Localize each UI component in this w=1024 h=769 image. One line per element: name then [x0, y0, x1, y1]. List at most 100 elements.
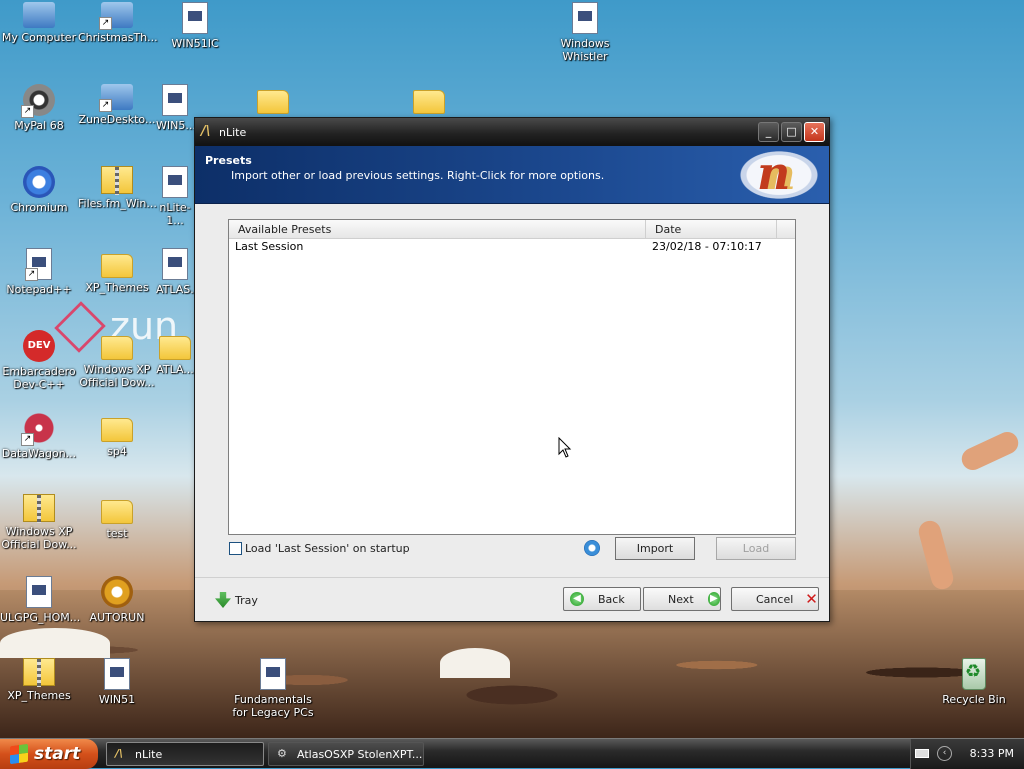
next-button[interactable]: Next ▶ [643, 587, 721, 611]
wizard-footer: Tray ◀ Back Next ▶ Cancel ✕ [195, 577, 829, 621]
desktop-icon-atlas[interactable]: ATLAS... [156, 248, 194, 296]
next-label: Next [668, 592, 694, 606]
clock[interactable]: 8:33 PM [970, 747, 1014, 760]
load-button[interactable]: Load [716, 537, 796, 560]
back-button[interactable]: ◀ Back [563, 587, 641, 611]
desktop-icon-my-computer[interactable]: My Computer [0, 2, 78, 44]
presets-content: Available Presets Date Last Session 23/0… [195, 205, 829, 577]
dev-cpp-icon: DEV [23, 330, 55, 362]
window-titlebar[interactable]: /\ nLite _ □ ✕ [195, 118, 829, 146]
window-title: nLite [219, 125, 247, 139]
show-hidden-icons-chevron-icon[interactable]: ‹ [937, 746, 952, 761]
nlite-logo-icon: nn [735, 146, 823, 202]
desktop-icon-win51[interactable]: WIN51 [78, 658, 156, 706]
desktop-icon-windows-whistler[interactable]: Windows Whistler [546, 2, 624, 63]
folder-icon [159, 336, 191, 360]
desktop-icon-atla[interactable]: ATLA... [156, 330, 194, 376]
list-item[interactable]: Last Session 23/02/18 - 07:10:17 [229, 239, 795, 254]
page-header: Presets Import other or load previous se… [195, 146, 829, 204]
desktop-icon-ulgpg[interactable]: ULGPG_HOM... [0, 576, 80, 624]
cancel-x-icon: ✕ [805, 590, 818, 608]
maximize-button[interactable]: □ [781, 122, 802, 142]
autorun-icon [101, 576, 133, 608]
refresh-icon[interactable] [584, 540, 600, 556]
desktop-icon-folder[interactable] [390, 84, 468, 117]
recycle-bin-icon [962, 658, 986, 690]
nlite-task-icon: /\ [115, 747, 124, 760]
desktop-icon-xp-themes[interactable]: XP_Themes [78, 248, 156, 294]
start-button[interactable]: start [0, 739, 98, 769]
taskbar: start /\ nLite ⚙ AtlasOSXP StolenXPT... … [0, 738, 1024, 769]
zip-folder-icon [23, 494, 55, 523]
file-icon [26, 576, 52, 608]
folder-icon [257, 90, 289, 114]
wallpaper-tent [0, 628, 110, 658]
minimize-button[interactable]: _ [758, 122, 779, 142]
folder-icon [101, 418, 133, 442]
folder-icon [413, 90, 445, 114]
nlite-window: /\ nLite _ □ ✕ Presets Import other or l… [194, 117, 830, 622]
desktop-icon-datawagon[interactable]: DataWagon... [0, 412, 78, 460]
cancel-label: Cancel [756, 592, 794, 606]
cancel-button[interactable]: Cancel ✕ [731, 587, 819, 611]
taskbar-item-nlite[interactable]: /\ nLite [106, 742, 264, 766]
folder-icon [101, 336, 133, 360]
desktop-icon-filesfm[interactable]: Files.fm_Win... [78, 166, 157, 210]
presets-listview[interactable]: Available Presets Date Last Session 23/0… [228, 219, 796, 535]
desktop-icon-notepadpp[interactable]: Notepad++ [0, 248, 78, 296]
desktop-icon-chromium[interactable]: Chromium [0, 166, 78, 214]
desktop-icon-xp-themes-zip[interactable]: XP_Themes [0, 658, 78, 702]
desktop-icon-win5[interactable]: WIN5... [156, 84, 194, 132]
folder-icon [101, 500, 133, 524]
load-last-session-label[interactable]: Load 'Last Session' on startup [245, 542, 410, 555]
mypal-icon [21, 84, 55, 118]
folder-icon [101, 254, 133, 278]
desktop-icon-test[interactable]: test [78, 494, 156, 540]
app-task-icon: ⚙ [277, 747, 287, 760]
desktop-icon-windows-xp-official[interactable]: Windows XP Official Dow... [78, 330, 156, 389]
installer-icon [99, 84, 133, 112]
next-arrow-icon: ▶ [707, 592, 720, 606]
desktop-icon-folder[interactable] [234, 84, 312, 117]
listview-header: Available Presets Date [229, 220, 795, 239]
file-icon [182, 2, 208, 34]
taskbar-item-atlasosxp[interactable]: ⚙ AtlasOSXP StolenXPT... [268, 742, 424, 766]
preset-options: Load 'Last Session' on startup Import Lo… [228, 535, 796, 560]
back-label: Back [598, 592, 625, 606]
desktop-icon-zune-desktop[interactable]: ZuneDeskto... [78, 84, 156, 126]
desktop-icon-recycle-bin[interactable]: Recycle Bin [935, 658, 1013, 706]
preset-name: Last Session [235, 240, 304, 253]
zip-folder-icon [101, 166, 133, 195]
tray-download-icon [215, 592, 231, 608]
close-button[interactable]: ✕ [804, 122, 825, 142]
window-controls: _ □ ✕ [758, 122, 825, 142]
import-button[interactable]: Import [615, 537, 695, 560]
nlite-icon [162, 166, 188, 198]
desktop-icon-christmas[interactable]: ChristmasTh... [78, 2, 158, 44]
task-label: AtlasOSXP StolenXPT... [297, 747, 423, 761]
zip-folder-icon [23, 658, 55, 687]
file-icon [162, 248, 188, 280]
column-header-date[interactable]: Date [646, 220, 777, 238]
desktop-icon-dev-cpp[interactable]: DEV Embarcadero Dev-C++ [0, 330, 78, 391]
wallpaper-hand [958, 428, 1022, 474]
nlite-app-icon: /\ [201, 124, 211, 139]
desktop-icon-nlite[interactable]: nLite-1... [156, 166, 194, 227]
load-last-session-checkbox[interactable] [229, 542, 242, 555]
keyboard-icon[interactable] [915, 749, 929, 758]
desktop-icon-autorun[interactable]: AUTORUN [78, 576, 156, 624]
column-header-available-presets[interactable]: Available Presets [229, 220, 646, 238]
chromium-icon [23, 166, 55, 198]
tray-button[interactable]: Tray [215, 592, 258, 608]
desktop-icon-win51ic[interactable]: WIN51IC [156, 2, 234, 50]
installer-icon [99, 2, 133, 30]
desktop-icon-windows-xp-official-zip[interactable]: Windows XP Official Dow... [0, 494, 78, 551]
tray-label: Tray [235, 593, 258, 607]
desktop-icon-sp4[interactable]: sp4 [78, 412, 156, 458]
desktop-icon-mypal[interactable]: MyPal 68 [0, 84, 78, 132]
windows-flag-icon [10, 743, 28, 765]
file-icon [162, 84, 188, 116]
image-file-icon [260, 658, 286, 690]
image-file-icon [572, 2, 598, 34]
desktop-icon-fundamentals[interactable]: Fundamentals for Legacy PCs [228, 658, 318, 719]
